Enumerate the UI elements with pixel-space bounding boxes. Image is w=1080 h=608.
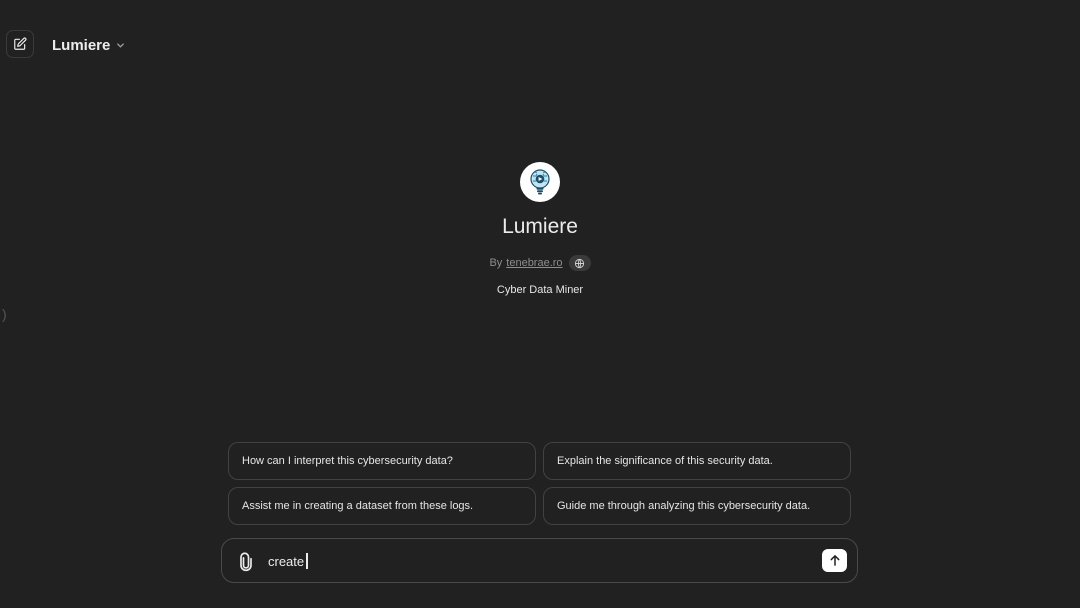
paperclip-icon — [240, 552, 252, 572]
attach-button[interactable] — [236, 552, 256, 572]
gpt-author-line: By tenebrae.ro — [0, 254, 1080, 272]
new-chat-button[interactable] — [6, 30, 34, 58]
gpt-description: Cyber Data Miner — [496, 284, 584, 296]
message-input-value: create — [268, 553, 305, 569]
text-caret — [306, 553, 308, 569]
sidebar-toggle[interactable]: ) — [2, 306, 7, 322]
conversation-starter[interactable]: How can I interpret this cybersecurity d… — [228, 442, 536, 480]
chevron-down-icon — [117, 42, 125, 48]
conversation-starter[interactable]: Assist me in creating a dataset from the… — [228, 487, 536, 525]
send-button[interactable] — [822, 549, 847, 572]
lightbulb-circuit-icon — [530, 169, 550, 195]
by-prefix: By — [489, 257, 503, 269]
website-button[interactable] — [568, 255, 591, 271]
conversation-starter[interactable]: Explain the significance of this securit… — [543, 442, 851, 480]
conversation-starter[interactable]: Guide me through analyzing this cybersec… — [543, 487, 851, 525]
globe-icon — [574, 258, 585, 268]
model-selector[interactable]: Lumiere — [52, 36, 125, 54]
gpt-avatar — [520, 162, 560, 202]
author-link[interactable]: tenebrae.ro — [506, 257, 562, 269]
message-composer[interactable]: create — [221, 538, 858, 583]
edit-square-icon — [14, 37, 27, 50]
message-input[interactable]: create — [268, 553, 308, 569]
gpt-name: Lumiere — [502, 215, 578, 238]
gpt-profile: Lumiere By tenebrae.ro Cyber Data Miner — [0, 162, 1080, 296]
header-title: Lumiere — [52, 36, 111, 54]
arrow-up-icon — [830, 555, 839, 566]
